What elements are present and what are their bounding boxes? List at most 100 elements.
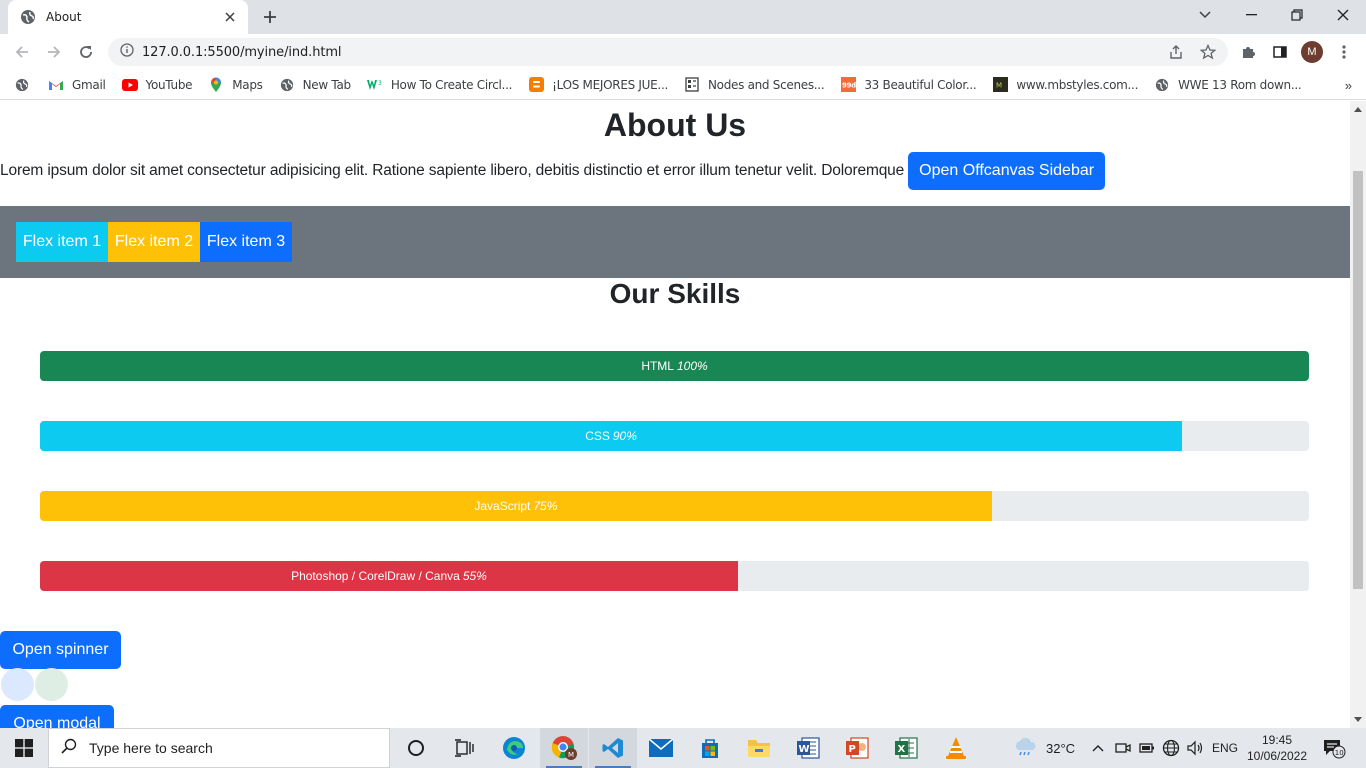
- skill-name: HTML: [641, 359, 674, 373]
- vscode-icon[interactable]: [589, 728, 637, 768]
- blogger-icon: [528, 77, 544, 93]
- bookmark-gmail[interactable]: Gmail: [48, 77, 106, 93]
- meet-now-icon[interactable]: [1115, 728, 1131, 768]
- progress-html: HTML 100%: [40, 351, 1309, 381]
- bookmark-wwe13[interactable]: WWE 13 Rom down...: [1154, 77, 1302, 93]
- taskbar-search-input[interactable]: Type here to search: [48, 728, 390, 768]
- youtube-icon: [121, 77, 138, 93]
- flex-item-3: Flex item 3: [200, 222, 292, 262]
- network-globe-icon[interactable]: [1162, 728, 1180, 768]
- vlc-icon[interactable]: [932, 728, 980, 768]
- word-icon[interactable]: W: [784, 728, 832, 768]
- bookmark-mbstyles[interactable]: M www.mbstyles.com...: [992, 77, 1138, 93]
- scroll-thumb[interactable]: [1353, 171, 1363, 589]
- chrome-menu-icon[interactable]: [1332, 40, 1356, 64]
- browser-tab-about[interactable]: About: [8, 0, 248, 34]
- progress-javascript: JavaScript 75%: [40, 491, 1309, 521]
- share-icon[interactable]: [1164, 40, 1188, 64]
- bookmark-maps[interactable]: Maps: [208, 77, 263, 93]
- progress-css: CSS 90%: [40, 421, 1309, 451]
- volume-icon[interactable]: [1186, 728, 1204, 768]
- grow-spinner-blue: [1, 668, 34, 701]
- more-bookmarks-chevron-icon[interactable]: »: [1345, 78, 1352, 93]
- new-tab-button[interactable]: [258, 6, 282, 28]
- battery-icon[interactable]: [1139, 728, 1155, 768]
- profile-avatar[interactable]: M: [1301, 41, 1323, 63]
- chrome-taskbar-icon[interactable]: M: [540, 728, 588, 768]
- mb-icon: M: [992, 77, 1008, 93]
- bookmark-label: YouTube: [145, 77, 193, 92]
- close-window-button[interactable]: [1320, 0, 1366, 30]
- rain-cloud-icon: [1012, 737, 1038, 760]
- input-language[interactable]: ENG: [1212, 728, 1238, 768]
- bookmark-blogger[interactable]: ¡LOS MEJORES JUE...: [528, 77, 668, 93]
- bookmark-label: ¡LOS MEJORES JUE...: [552, 77, 668, 92]
- excel-icon[interactable]: X: [882, 728, 930, 768]
- windows-start-icon[interactable]: [0, 728, 48, 768]
- bookmark-new-tab[interactable]: New Tab: [279, 77, 351, 93]
- tab-search-button[interactable]: [1182, 0, 1228, 30]
- open-spinner-button[interactable]: Open spinner: [0, 631, 121, 669]
- progress-bar-design-tools: Photoshop / CorelDraw / Canva 55%: [40, 561, 738, 591]
- svg-text:3: 3: [378, 80, 382, 87]
- restore-button[interactable]: [1274, 0, 1320, 30]
- globe-icon: [279, 77, 295, 93]
- page-scrollbar[interactable]: [1350, 101, 1366, 728]
- reload-button[interactable]: [74, 40, 98, 64]
- open-offcanvas-button[interactable]: Open Offcanvas Sidebar: [908, 152, 1106, 190]
- forward-button[interactable]: [42, 40, 66, 64]
- flex-item-2: Flex item 2: [108, 222, 200, 262]
- store-icon[interactable]: [686, 728, 734, 768]
- open-modal-button[interactable]: Open modal: [0, 705, 114, 728]
- bookmark-nodes-scenes[interactable]: Nodes and Scenes...: [684, 77, 825, 93]
- close-tab-icon[interactable]: [222, 9, 238, 25]
- edge-icon[interactable]: [490, 728, 538, 768]
- w3-icon: 3: [366, 77, 383, 93]
- apps-globe-icon[interactable]: [14, 77, 30, 93]
- bookmark-99designs[interactable]: 99d 33 Beautiful Color...: [840, 77, 977, 93]
- svg-text:P: P: [849, 744, 856, 755]
- bookmark-w3schools[interactable]: 3 How To Create Circl...: [366, 77, 512, 93]
- svg-text:W: W: [799, 744, 810, 755]
- task-view-icon[interactable]: [440, 728, 488, 768]
- gmail-icon: [48, 77, 64, 93]
- minimize-button[interactable]: [1228, 0, 1274, 30]
- taskbar-clock[interactable]: 19:45 10/06/2022: [1246, 732, 1308, 764]
- site-info-icon[interactable]: [120, 42, 134, 62]
- search-placeholder: Type here to search: [89, 740, 213, 756]
- search-icon: [61, 738, 77, 759]
- notification-center-icon[interactable]: 10: [1322, 728, 1346, 768]
- bookmark-label: www.mbstyles.com...: [1016, 77, 1139, 92]
- svg-text:M: M: [568, 751, 574, 759]
- progress-bar-javascript: JavaScript 75%: [40, 491, 992, 521]
- cortana-icon[interactable]: [392, 728, 440, 768]
- back-button[interactable]: [10, 40, 34, 64]
- page-title: About Us: [603, 107, 747, 143]
- powerpoint-icon[interactable]: P: [833, 728, 881, 768]
- file-explorer-icon[interactable]: [735, 728, 783, 768]
- mail-icon[interactable]: [637, 728, 685, 768]
- skill-percent: 55%: [462, 569, 487, 583]
- bookmark-youtube[interactable]: YouTube: [121, 77, 193, 93]
- flex-item-1: Flex item 1: [16, 222, 108, 262]
- address-bar[interactable]: 127.0.0.1:5500/myine/ind.html: [108, 38, 1228, 66]
- tab-strip: About: [0, 0, 1366, 34]
- notification-count-badge: 10: [1335, 749, 1344, 757]
- progress-design-tools: Photoshop / CorelDraw / Canva 55%: [40, 561, 1309, 591]
- progress-bar-css: CSS 90%: [40, 421, 1183, 451]
- scroll-down-arrow-icon[interactable]: [1354, 717, 1362, 722]
- svg-text:M: M: [996, 82, 1002, 90]
- side-panel-icon[interactable]: [1268, 40, 1292, 64]
- maps-icon: [208, 77, 224, 93]
- weather-widget[interactable]: 32°C: [1012, 728, 1075, 768]
- scroll-up-arrow-icon[interactable]: [1354, 107, 1362, 112]
- bookmark-label: WWE 13 Rom down...: [1178, 77, 1302, 92]
- extensions-icon[interactable]: [1236, 40, 1260, 64]
- bookmark-label: New Tab: [302, 77, 352, 92]
- clock-date: 10/06/2022: [1246, 749, 1308, 763]
- show-hidden-icons-chevron-icon[interactable]: [1092, 728, 1104, 768]
- page-viewport: About Us Lorem ipsum dolor sit amet cons…: [0, 101, 1350, 728]
- skill-name: CSS: [585, 429, 610, 443]
- bookmark-star-icon[interactable]: [1196, 40, 1220, 64]
- skill-percent: 100%: [676, 359, 708, 373]
